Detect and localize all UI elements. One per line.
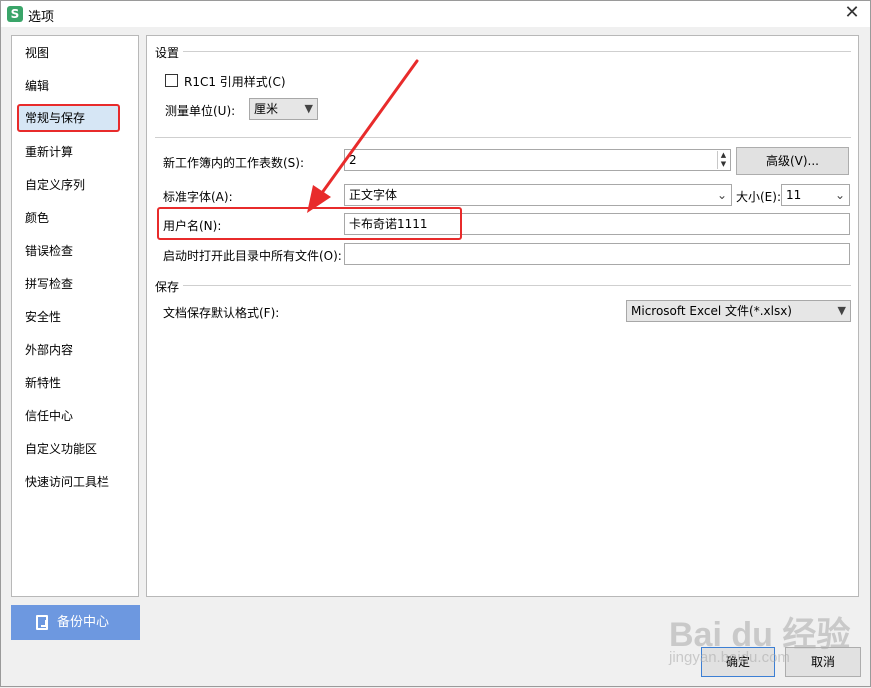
backup-center-button[interactable]: 备份中心 [11,605,140,640]
font-value: 正文字体 [349,188,398,202]
sidebar-item-quick-access-toolbar[interactable]: 快速访问工具栏 [17,468,120,496]
sidebar-item-custom-lists[interactable]: 自定义序列 [17,171,120,199]
save-format-select[interactable]: Microsoft Excel 文件(*.xlsx) ▼ [626,300,851,322]
spin-up-icon[interactable]: ▲ [718,151,729,160]
size-select[interactable]: 11 ⌄ [781,184,850,206]
sidebar-item-edit[interactable]: 编辑 [17,72,120,100]
font-select[interactable]: 正文字体 ⌄ [344,184,732,206]
sidebar-item-color[interactable]: 颜色 [17,204,120,232]
backup-center-label: 备份中心 [57,615,110,630]
sidebar-item-trust-center[interactable]: 信任中心 [17,402,120,430]
size-label: 大小(E): [736,190,781,204]
dropdown-arrow-icon: ▼ [837,304,846,317]
sidebar-item-new-features[interactable]: 新特性 [17,369,120,397]
startup-folder-input[interactable] [344,243,850,265]
sidebar-item-general-save[interactable]: 常规与保存 [17,104,120,132]
unit-label: 测量单位(U): [165,104,236,118]
spin-down-icon[interactable]: ▼ [718,160,729,169]
app-logo-icon: S [7,6,23,22]
ok-button[interactable]: 确定 [701,647,775,677]
sheets-stepper[interactable]: ▲ ▼ [717,151,729,169]
divider [155,137,851,138]
save-format-value: Microsoft Excel 文件(*.xlsx) [631,304,792,318]
sidebar-item-error-check[interactable]: 错误检查 [17,237,120,265]
settings-section-title: 设置 [155,46,180,60]
unit-value: 厘米 [254,102,279,116]
sidebar-item-view[interactable]: 视图 [17,39,120,67]
settings-panel: 设置 R1C1 引用样式(C) 测量单位(U): 厘米 ▼ 新工作簿内的工作表数… [146,35,859,597]
r1c1-checkbox[interactable] [165,74,178,87]
sidebar: 视图 编辑 常规与保存 重新计算 自定义序列 颜色 错误检查 拼写检查 安全性 … [11,35,139,597]
sidebar-item-external-content[interactable]: 外部内容 [17,336,120,364]
font-label: 标准字体(A): [163,190,233,204]
username-highlight-box [157,207,462,240]
title-bar: S 选项 ✕ [1,1,870,27]
options-dialog: S 选项 ✕ 视图 编辑 常规与保存 重新计算 自定义序列 颜色 错误检查 拼写… [0,0,871,687]
sidebar-item-customize-ribbon[interactable]: 自定义功能区 [17,435,120,463]
divider [183,51,851,52]
backup-icon [36,615,48,630]
r1c1-label: R1C1 引用样式(C) [184,75,286,89]
dropdown-arrow-icon: ▼ [304,102,313,115]
unit-select[interactable]: 厘米 ▼ [249,98,318,120]
save-format-label: 文档保存默认格式(F): [163,306,280,320]
window-title: 选项 [28,10,55,25]
chevron-down-icon: ⌄ [716,188,727,202]
close-button[interactable]: ✕ [842,3,862,23]
sidebar-item-security[interactable]: 安全性 [17,303,120,331]
advanced-button[interactable]: 高级(V)... [736,147,849,175]
startup-folder-label: 启动时打开此目录中所有文件(O): [163,249,342,263]
sheets-value: 2 [349,153,357,167]
sheets-input[interactable]: 2 ▲ ▼ [344,149,731,171]
divider [183,285,851,286]
save-section-title: 保存 [155,280,180,294]
size-value: 11 [786,188,802,202]
sidebar-item-recalculate[interactable]: 重新计算 [17,138,120,166]
chevron-down-icon: ⌄ [834,188,845,202]
sheets-label: 新工作簿内的工作表数(S): [163,156,305,170]
sidebar-item-spell-check[interactable]: 拼写检查 [17,270,120,298]
cancel-button[interactable]: 取消 [785,647,861,677]
